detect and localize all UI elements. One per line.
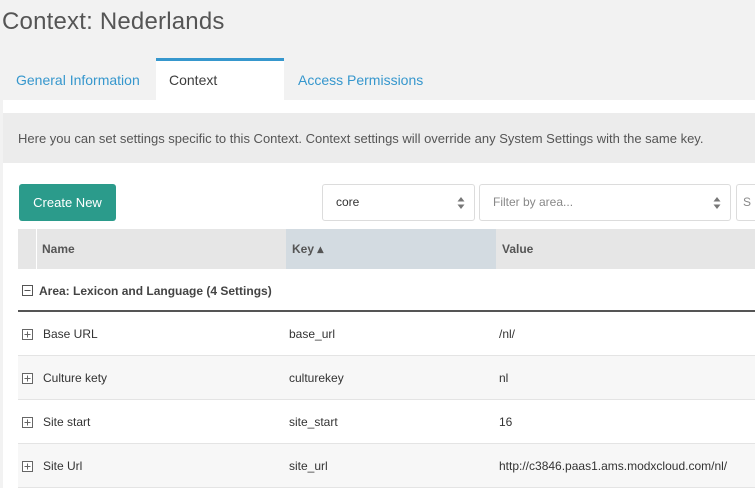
- column-header-value[interactable]: Value: [502, 229, 755, 269]
- tab-context-settings[interactable]: Context Settings: [156, 58, 284, 126]
- table-row[interactable]: Site start site_start 16: [18, 400, 755, 444]
- create-new-button[interactable]: Create New: [19, 184, 116, 221]
- setting-value[interactable]: 16: [499, 415, 512, 429]
- namespace-select-value: core: [336, 195, 360, 209]
- setting-key: site_start: [289, 415, 338, 429]
- setting-key: site_url: [289, 459, 328, 473]
- setting-name: Site Url: [43, 459, 83, 473]
- minus-box-icon[interactable]: [22, 285, 33, 296]
- search-field[interactable]: S: [736, 184, 755, 221]
- setting-value[interactable]: /nl/: [499, 327, 515, 341]
- namespace-select[interactable]: core: [322, 184, 475, 221]
- table-row[interactable]: Culture kety culturekey nl: [18, 356, 755, 400]
- setting-key: culturekey: [289, 371, 344, 385]
- tab-bar: General Information Context Settings Acc…: [3, 58, 755, 126]
- setting-key: base_url: [289, 327, 336, 341]
- plus-box-icon[interactable]: [22, 417, 33, 428]
- table-row[interactable]: Site Url site_url http://c3846.paas1.ams…: [18, 444, 755, 488]
- setting-value[interactable]: nl: [499, 371, 508, 385]
- group-label: Area: Lexicon and Language (4 Settings): [39, 284, 272, 298]
- settings-grid: Area: Lexicon and Language (4 Settings) …: [18, 269, 755, 488]
- tab-general-information[interactable]: General Information: [3, 58, 153, 100]
- search-field-placeholder: S: [743, 195, 752, 209]
- area-filter-select[interactable]: Filter by area...: [479, 184, 731, 221]
- table-row[interactable]: Base URL base_url /nl/: [18, 312, 755, 356]
- setting-name: Base URL: [43, 327, 98, 341]
- updown-arrows-icon: [457, 197, 465, 209]
- plus-box-icon[interactable]: [22, 329, 33, 340]
- column-header-name[interactable]: Name: [42, 229, 282, 269]
- settings-description: Here you can set settings specific to th…: [3, 113, 755, 163]
- tab-access-permissions[interactable]: Access Permissions: [285, 58, 436, 100]
- group-row-lexicon-and-language[interactable]: Area: Lexicon and Language (4 Settings): [18, 269, 755, 312]
- setting-name: Culture kety: [43, 371, 108, 385]
- setting-value[interactable]: http://c3846.paas1.ams.modxcloud.com/nl/: [499, 459, 727, 473]
- expander-column-header: [18, 229, 37, 269]
- plus-box-icon[interactable]: [22, 461, 33, 472]
- area-filter-placeholder: Filter by area...: [493, 195, 574, 209]
- page-title: Context: Nederlands: [2, 8, 225, 35]
- updown-arrows-icon: [713, 197, 721, 209]
- grid-header: Name Key ▴ Value: [18, 229, 755, 269]
- column-header-key[interactable]: Key ▴: [286, 229, 496, 269]
- setting-name: Site start: [43, 415, 91, 429]
- context-settings-panel: Here you can set settings specific to th…: [3, 100, 755, 488]
- plus-box-icon[interactable]: [22, 373, 33, 384]
